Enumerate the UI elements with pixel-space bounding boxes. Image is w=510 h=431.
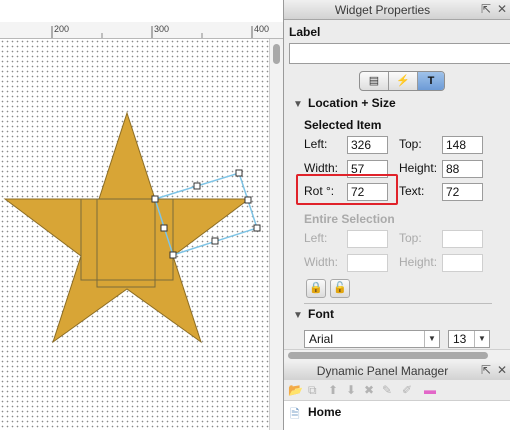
unlock-icon: 🔓 [333, 282, 347, 294]
collapse-triangle-icon[interactable]: ▼ [293, 310, 303, 321]
location-size-heading[interactable]: Location + Size [308, 96, 396, 110]
widget-properties-titlebar: Widget Properties ⇱ ✕ [284, 0, 510, 20]
resize-handle [235, 169, 243, 177]
scrollbar-thumb[interactable] [273, 44, 280, 64]
lock-icon: 🔒 [309, 282, 323, 294]
format-text-icon: T [427, 75, 435, 87]
section-divider [304, 303, 492, 304]
list-item[interactable]: Home [308, 405, 341, 419]
add-state-icon[interactable]: ⧉ [308, 383, 317, 398]
es-top-field [442, 230, 483, 248]
scrollbar-thumb[interactable] [288, 352, 488, 359]
left-label: Left: [304, 137, 328, 151]
highlight-icon[interactable]: ▬ [424, 383, 436, 397]
page-icon: 🗎 [290, 407, 300, 421]
property-tabs: ▤ ⚡ T [359, 71, 445, 91]
canvas-shapes [3, 111, 261, 344]
chevron-down-icon: ▼ [474, 331, 489, 347]
es-left-label: Left: [304, 231, 328, 245]
tab-format[interactable]: T [418, 72, 444, 90]
top-label: Top: [399, 137, 422, 151]
right-panel: Widget Properties ⇱ ✕ Label ▤ ⚡ T ▼ Loca… [283, 0, 510, 431]
text-rotation-field[interactable] [442, 183, 483, 201]
dynamic-panel-manager-titlebar: Dynamic Panel Manager ⇱ ✕ [284, 361, 510, 381]
lock-button[interactable]: 🔒 [306, 279, 326, 298]
font-size-value: 13 [453, 332, 467, 346]
width-label: Width: [304, 161, 339, 175]
undock-icon[interactable]: ⇱ [481, 363, 491, 377]
widget-properties-title: Widget Properties [334, 3, 431, 17]
es-height-label: Height: [399, 255, 438, 269]
resize-handle [160, 224, 168, 232]
resize-handle [253, 224, 261, 232]
resize-handle [211, 237, 219, 245]
label-heading: Label [289, 25, 321, 39]
rotation-highlight-box [296, 174, 398, 205]
font-size-select[interactable]: 13 ▼ [448, 330, 490, 348]
design-canvas[interactable]: 200 300 400 [0, 0, 283, 430]
properties-icon: ▤ [368, 75, 380, 87]
move-up-icon[interactable]: ⬆ [328, 383, 338, 397]
font-heading[interactable]: Font [308, 307, 334, 321]
resize-handle [151, 195, 159, 203]
tab-interactions[interactable]: ⚡ [389, 72, 417, 90]
height-field[interactable] [442, 160, 483, 178]
es-left-field [347, 230, 388, 248]
es-height-field [442, 254, 483, 272]
unlock-button[interactable]: 🔓 [330, 279, 350, 298]
es-width-label: Width: [304, 255, 339, 269]
dynamic-panel-toolbar: 📂 ⧉ ⬆ ⬇ ✖ ✎ ✐ ▬ [284, 380, 510, 400]
add-panel-icon[interactable]: 📂 [288, 383, 303, 397]
edit-icon[interactable]: ✎ [382, 383, 392, 397]
star-shape[interactable] [3, 111, 251, 344]
resize-handle [193, 182, 201, 190]
undock-icon[interactable]: ⇱ [481, 2, 491, 16]
dynamic-panel-list: 🗎 Home [284, 400, 510, 431]
es-width-field [347, 254, 388, 272]
move-down-icon[interactable]: ⬇ [346, 383, 356, 397]
resize-handle [169, 251, 177, 259]
text-rotation-label: Text: [399, 184, 425, 198]
top-field[interactable] [442, 136, 483, 154]
properties-horizontal-scrollbar[interactable] [284, 349, 510, 361]
resize-handle [244, 196, 252, 204]
es-top-label: Top: [399, 231, 422, 245]
edit-all-icon[interactable]: ✐ [402, 383, 412, 397]
dynamic-panel-manager-title: Dynamic Panel Manager [316, 364, 449, 378]
chevron-down-icon: ▼ [424, 331, 439, 347]
canvas-vertical-scrollbar[interactable] [269, 39, 283, 430]
close-icon[interactable]: ✕ [497, 363, 507, 377]
height-label: Height: [399, 161, 438, 175]
close-icon[interactable]: ✕ [497, 2, 507, 16]
collapse-triangle-icon[interactable]: ▼ [293, 99, 303, 110]
label-input[interactable] [289, 43, 510, 64]
font-family-value: Arial [309, 332, 334, 346]
font-family-select[interactable]: Arial ▼ [304, 330, 440, 348]
entire-selection-heading: Entire Selection [304, 212, 395, 226]
delete-icon[interactable]: ✖ [364, 383, 374, 397]
left-field[interactable] [347, 136, 388, 154]
lightning-icon: ⚡ [396, 75, 410, 87]
tab-properties[interactable]: ▤ [360, 72, 388, 90]
selected-item-heading: Selected Item [304, 118, 382, 132]
